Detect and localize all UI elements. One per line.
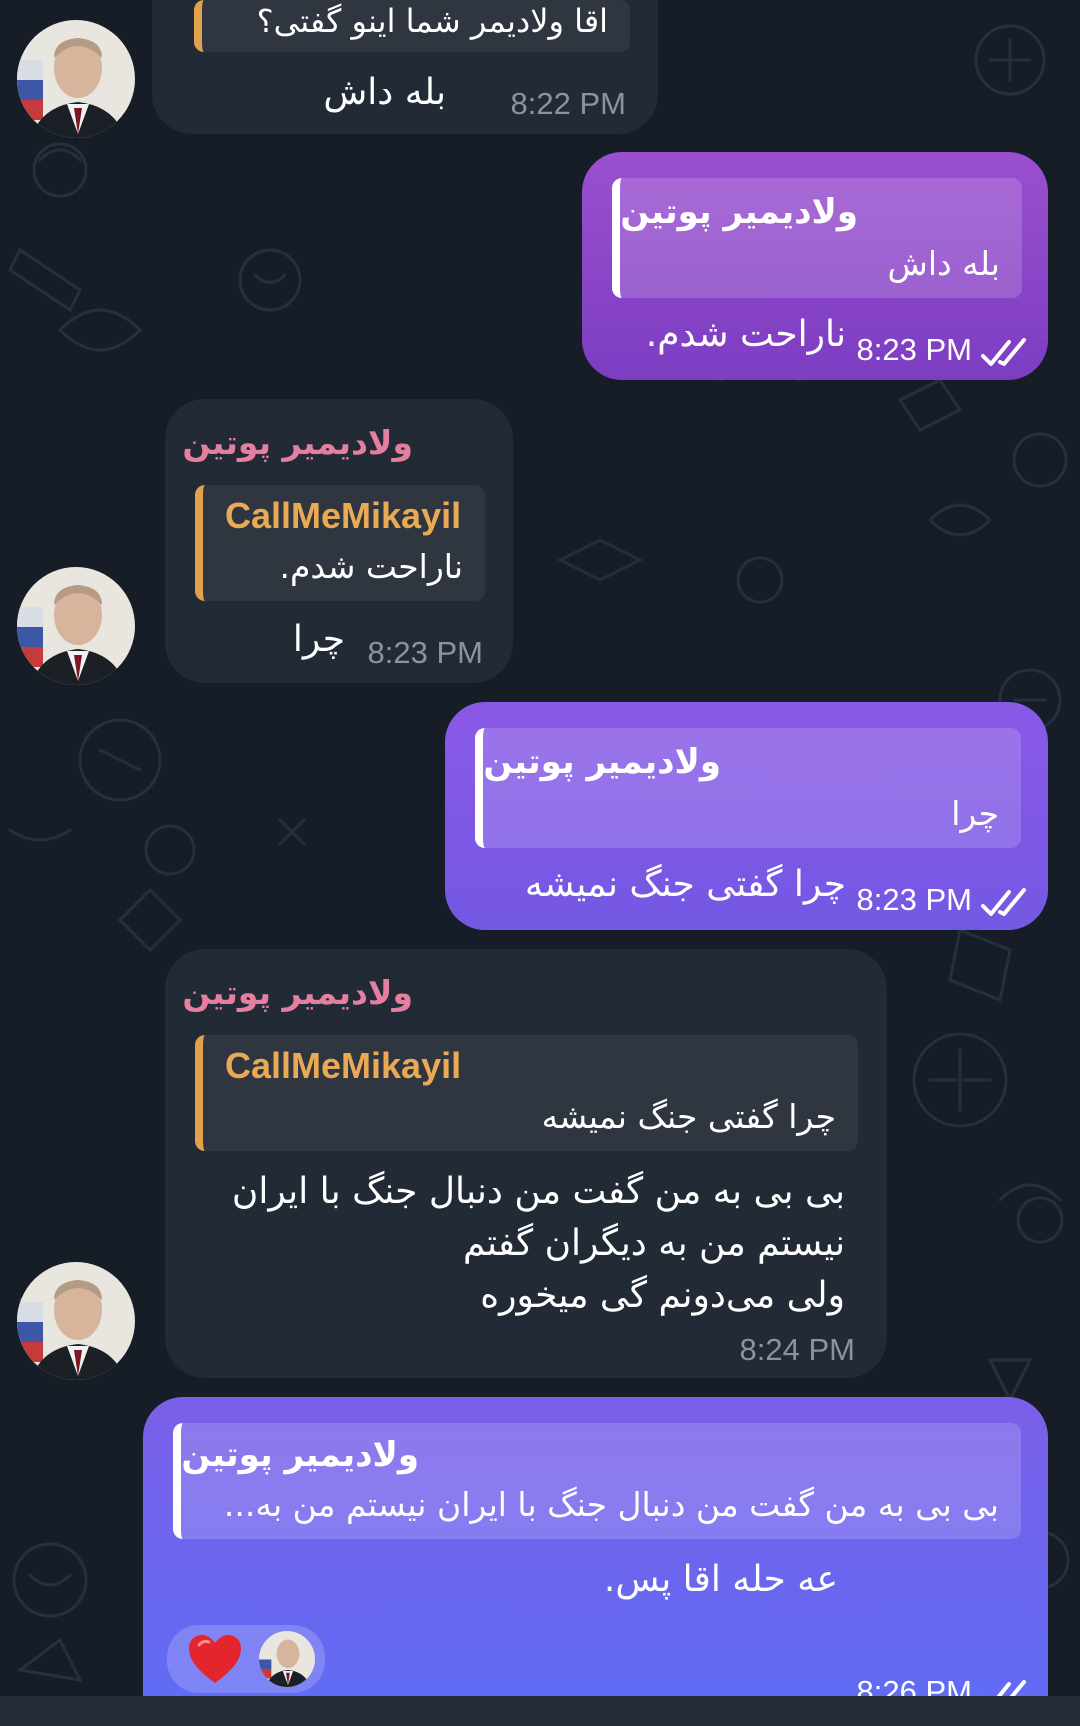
quote-author: ولادیمیر پوتین xyxy=(483,742,721,782)
message-text: بله داش xyxy=(323,72,446,113)
quote-text: چرا xyxy=(951,794,999,833)
message-text-line: ولی می‌دونم گی میخوره xyxy=(480,1275,845,1316)
message-time: 8:23 PM xyxy=(856,882,972,917)
message-bubble-outgoing[interactable]: ولادیمیر پوتین بله داش ناراحت شدم. 8:23 … xyxy=(582,152,1048,380)
message-text: چرا گفتی جنگ نمیشه xyxy=(524,864,846,905)
quote-text: اقا ولادیمر شما اینو گفتی؟ xyxy=(256,2,608,40)
message-bubble-outgoing[interactable]: ولادیمیر پوتین بی بی به من گفت من دنبال … xyxy=(143,1397,1048,1717)
message-text: عه حله اقا پس. xyxy=(603,1559,838,1600)
message-text: ناراحت شدم. xyxy=(645,314,846,355)
quote-text: بی بی به من گفت من دنبال جنگ با ایران نی… xyxy=(223,1485,999,1524)
double-check-icon xyxy=(981,338,1026,366)
sender-name: ولادیمیر پوتین xyxy=(182,423,413,462)
bottom-bar xyxy=(0,1696,1080,1726)
message-text-line: بی بی به من گفت من دنبال جنگ با ایران xyxy=(231,1171,845,1212)
quote-author: ولادیمیر پوتین xyxy=(620,192,858,232)
message-bubble-incoming[interactable]: ولادیمیر پوتین CallMeMikayil ناراحت شدم.… xyxy=(165,399,513,683)
quote-author: CallMeMikayil xyxy=(225,1045,462,1086)
quote-text: ناراحت شدم. xyxy=(279,547,463,586)
double-check-icon xyxy=(981,888,1026,916)
putin-avatar xyxy=(259,1631,315,1687)
reply-quote[interactable]: ولادیمیر پوتین بله داش xyxy=(612,178,1022,298)
reply-quote[interactable]: CallMeMikayil ناراحت شدم. xyxy=(195,485,485,601)
message-time: 8:24 PM xyxy=(739,1332,855,1367)
message-bubble-incoming[interactable]: ولادیمیر پوتین CallMeMikayil چرا گفتی جن… xyxy=(165,949,887,1378)
message-time: 8:23 PM xyxy=(367,635,483,670)
putin-avatar[interactable] xyxy=(17,1262,135,1380)
message-time: 8:23 PM xyxy=(856,332,972,367)
message-text-line: نیستم من به دیگران گفتم xyxy=(462,1223,845,1264)
quote-text: بله داش xyxy=(887,244,1000,283)
quote-text: چرا گفتی جنگ نمیشه xyxy=(541,1097,836,1136)
message-text: چرا xyxy=(292,619,345,660)
putin-avatar[interactable] xyxy=(17,20,135,138)
message-time: 8:22 PM xyxy=(510,86,626,121)
quote-author: CallMeMikayil xyxy=(225,495,462,536)
heart-icon xyxy=(189,1635,241,1683)
reply-quote[interactable]: ولادیمیر پوتین بی بی به من گفت من دنبال … xyxy=(173,1423,1021,1539)
reaction-chip[interactable] xyxy=(167,1625,325,1693)
reply-quote[interactable]: CallMeMikayil چرا گفتی جنگ نمیشه xyxy=(195,1035,858,1151)
sender-name: ولادیمیر پوتین xyxy=(182,973,413,1012)
reply-quote[interactable]: ولادیمیر پوتین چرا xyxy=(475,728,1021,848)
putin-avatar[interactable] xyxy=(17,567,135,685)
message-bubble-outgoing[interactable]: ولادیمیر پوتین چرا چرا گفتی جنگ نمیشه 8:… xyxy=(445,702,1048,930)
quote-author: ولادیمیر پوتین xyxy=(181,1435,419,1475)
reply-quote[interactable]: اقا ولادیمر شما اینو گفتی؟ xyxy=(194,0,630,52)
message-bubble-incoming[interactable]: اقا ولادیمر شما اینو گفتی؟ بله داش 8:22 … xyxy=(152,0,658,134)
